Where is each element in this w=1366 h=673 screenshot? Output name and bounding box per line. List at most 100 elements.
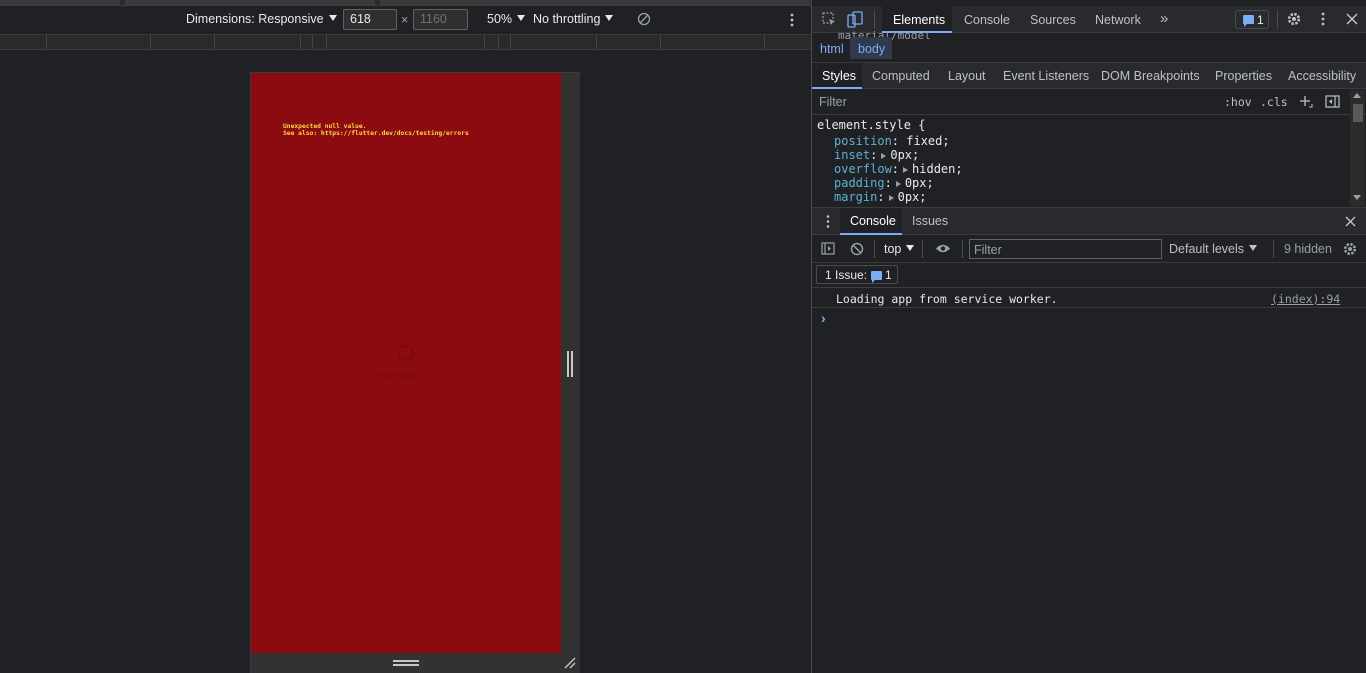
console-message[interactable]: Loading app from service worker. (index)… (812, 289, 1366, 308)
device-toggle-icon[interactable] (847, 11, 863, 28)
styles-filter-input[interactable]: Filter (819, 95, 847, 109)
console-toolbar: top Filter Default levels 9 hidden (812, 235, 1366, 263)
css-property-row[interactable]: inset: 0px; (834, 148, 919, 162)
breadcrumb-body[interactable]: body (858, 42, 885, 56)
console-prompt-icon[interactable]: › (821, 310, 826, 326)
css-property-name[interactable]: margin (834, 190, 877, 204)
close-devtools-icon[interactable] (1346, 13, 1358, 25)
error-message-line1: Unexpected null value. (283, 123, 367, 130)
context-selector[interactable]: top (884, 242, 915, 256)
console-filter-input[interactable]: Filter (969, 239, 1162, 259)
customize-menu-icon[interactable] (1319, 11, 1327, 27)
css-property-name[interactable]: overflow (834, 162, 892, 176)
subtab-styles[interactable]: Styles (822, 69, 856, 83)
zoom-label: 50% (487, 12, 513, 26)
css-property-value[interactable]: fixed; (906, 134, 949, 148)
issues-bar: 1 Issue: 1 (812, 263, 1366, 288)
css-property-row[interactable]: padding: 0px; (834, 176, 934, 190)
bottom-resize-grip-icon[interactable] (393, 660, 419, 666)
expand-triangle-icon[interactable] (888, 195, 894, 201)
subtab-properties[interactable]: Properties (1215, 69, 1272, 83)
cls-toggle[interactable]: .cls (1260, 95, 1288, 109)
caret-down-icon (517, 15, 526, 21)
css-property-value[interactable]: 0px; (898, 190, 927, 204)
styles-filter-bar: Filter :hov .cls (812, 89, 1366, 115)
breadcrumb: material/model html body (812, 29, 1366, 63)
more-tabs-icon[interactable]: » (1160, 10, 1168, 27)
log-levels-dropdown[interactable]: Default levels (1169, 242, 1258, 256)
issues-label: 1 Issue: (825, 268, 868, 282)
css-property-row[interactable]: overflow: hidden; (834, 162, 963, 176)
drawer-menu-icon[interactable] (825, 214, 831, 229)
tab-network[interactable]: Network (1095, 13, 1141, 27)
show-sidebar-icon[interactable] (821, 242, 835, 255)
console-filter-placeholder: Filter (974, 243, 1002, 257)
console-settings-gear-icon[interactable] (1342, 241, 1358, 257)
clear-console-icon[interactable] (850, 242, 864, 256)
caret-down-icon (605, 15, 614, 21)
device-toolbar: Dimensions: Responsive 618 × 1160 50% No… (0, 6, 811, 33)
caret-down-icon (1249, 245, 1258, 251)
hov-toggle[interactable]: :hov (1224, 95, 1252, 109)
live-expression-eye-icon[interactable] (935, 243, 951, 254)
tab-sources[interactable]: Sources (1030, 13, 1076, 27)
device-emulation-pane: Dimensions: Responsive 618 × 1160 50% No… (0, 0, 1366, 673)
expand-triangle-icon[interactable] (895, 181, 901, 187)
styles-scrollbar[interactable] (1350, 90, 1365, 206)
log-levels-label: Default levels (1169, 242, 1245, 256)
watermark-logo-icon (398, 345, 414, 361)
media-query-ruler[interactable] (0, 34, 811, 50)
console-message-source-link[interactable]: (index):94 (1271, 292, 1340, 306)
console-messages: Loading app from service worker. (index)… (812, 289, 1366, 673)
css-property-value[interactable]: hidden; (912, 162, 963, 176)
css-property-row[interactable]: position: fixed; (834, 134, 950, 148)
expand-triangle-icon[interactable] (881, 153, 887, 159)
close-drawer-icon[interactable] (1345, 216, 1356, 227)
new-style-rule-icon[interactable] (1299, 95, 1313, 109)
subtab-event-listeners[interactable]: Event Listeners (1003, 69, 1089, 83)
css-property-value[interactable]: 0px; (905, 176, 934, 190)
height-input[interactable]: 1160 (413, 9, 468, 30)
rotate-icon[interactable] (637, 12, 651, 26)
caret-down-icon (328, 15, 337, 21)
subtab-computed[interactable]: Computed (872, 69, 930, 83)
expand-triangle-icon[interactable] (903, 167, 909, 173)
tab-elements[interactable]: Elements (893, 13, 945, 27)
hidden-messages-count: 9 hidden (1284, 242, 1332, 256)
subtab-accessibility[interactable]: Accessibility (1288, 69, 1356, 83)
css-property-name[interactable]: padding (834, 176, 885, 190)
issues-counter-button[interactable]: 1 (1235, 10, 1269, 29)
more-options-icon[interactable] (788, 12, 796, 28)
rule-selector[interactable]: element.style (817, 118, 911, 132)
css-property-row[interactable]: margin: 0px; (834, 190, 927, 204)
right-resize-grip-icon[interactable] (567, 351, 573, 377)
width-input[interactable]: 618 (343, 9, 397, 30)
toggle-sidebar-icon[interactable] (1325, 95, 1340, 108)
corner-resize-icon[interactable] (563, 656, 577, 670)
styles-rules: element.style { position: fixed; inset: 0… (812, 116, 1350, 206)
dimensions-label: Dimensions: Responsive (186, 12, 324, 26)
zoom-dropdown[interactable]: 50% (487, 12, 526, 26)
caret-down-icon (906, 245, 915, 251)
subtab-layout[interactable]: Layout (948, 69, 986, 83)
console-message-text: Loading app from service worker. (836, 292, 1058, 306)
tab-console[interactable]: Console (964, 13, 1010, 27)
dimensions-dropdown[interactable]: Dimensions: Responsive (186, 12, 337, 26)
issues-count: 1 (1257, 13, 1264, 27)
throttling-dropdown[interactable]: No throttling (533, 12, 614, 26)
inspect-element-icon[interactable] (822, 12, 837, 27)
css-property-value[interactable]: 0px; (890, 148, 919, 162)
css-property-name[interactable]: inset (834, 148, 870, 162)
css-property-name[interactable]: position (834, 134, 892, 148)
drawer-tab-issues[interactable]: Issues (912, 214, 948, 228)
issues-button[interactable]: 1 Issue: 1 (816, 265, 898, 284)
drawer-tab-console[interactable]: Console (850, 214, 896, 228)
breadcrumb-html[interactable]: html (820, 42, 844, 56)
emulated-viewport[interactable]: Unexpected null value. See also: https:/… (251, 73, 561, 653)
settings-gear-icon[interactable] (1286, 11, 1302, 27)
times-sign: × (401, 13, 409, 27)
devtools-panel: Elements Console Sources Network » 1 mat… (811, 0, 1366, 673)
subtab-dom-breakpoints[interactable]: DOM Breakpoints (1101, 69, 1200, 83)
issues-badge-count: 1 (885, 268, 892, 282)
issue-badge-icon (1243, 15, 1254, 27)
